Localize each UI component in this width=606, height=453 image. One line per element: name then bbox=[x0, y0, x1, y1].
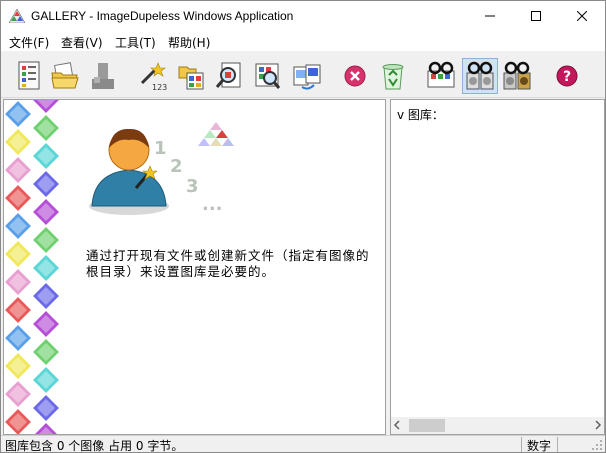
toolbar-tree-button[interactable] bbox=[173, 58, 209, 94]
close-icon bbox=[577, 11, 587, 21]
toolbar-compare-button[interactable] bbox=[289, 58, 325, 94]
view-glasses-3-icon bbox=[503, 61, 531, 90]
toolbar: 123 ? bbox=[1, 52, 605, 98]
recycle-icon bbox=[382, 64, 404, 90]
status-bar: 图库包含 0 个图像 占用 0 字节。 数字 bbox=[1, 435, 605, 453]
decorative-diamond-border bbox=[4, 100, 66, 434]
toolbar-scan-button[interactable] bbox=[249, 58, 285, 94]
window-title: GALLERY - ImageDupeless Windows Applicat… bbox=[31, 9, 294, 23]
status-message: 图库包含 0 个图像 占用 0 字节。 bbox=[5, 439, 184, 453]
search-images-icon bbox=[255, 63, 281, 89]
app-logo-icon bbox=[9, 9, 25, 23]
toolbar-view-3-button[interactable] bbox=[499, 58, 535, 94]
welcome-instructions: 通过打开现有文件或创建新文件（指定有图像的根目录）来设置图库是必要的。 bbox=[86, 248, 370, 279]
svg-text:123: 123 bbox=[152, 83, 167, 91]
svg-text:?: ? bbox=[563, 69, 571, 85]
scroll-thumb[interactable] bbox=[409, 419, 445, 432]
menu-view[interactable]: 查看(V) bbox=[61, 34, 103, 51]
title-bar: GALLERY - ImageDupeless Windows Applicat… bbox=[1, 1, 605, 31]
color-pyramid-icon bbox=[198, 122, 234, 146]
gallery-list-icon bbox=[18, 61, 40, 90]
view-glasses-2-icon bbox=[466, 61, 494, 90]
menu-bar: 文件(F) 查看(V) 工具(T) 帮助(H) bbox=[1, 31, 605, 51]
toolbar-view-2-button[interactable] bbox=[462, 58, 498, 94]
search-doc-icon bbox=[215, 62, 241, 88]
horizontal-scrollbar[interactable] bbox=[391, 417, 604, 434]
step-number-2: 2 bbox=[170, 156, 183, 177]
close-button[interactable] bbox=[559, 1, 605, 31]
folder-tree-icon bbox=[178, 66, 204, 90]
user-wizard-illustration: 1 2 3 ... bbox=[89, 122, 234, 215]
step-number-3: 3 bbox=[186, 176, 199, 197]
view-glasses-1-icon bbox=[427, 61, 455, 88]
gallery-tree-root[interactable]: v 图库： bbox=[397, 106, 444, 123]
toolbar-number-button[interactable]: 123 bbox=[135, 58, 171, 94]
toolbar-find-button[interactable] bbox=[211, 58, 247, 94]
step-number-ellipsis: ... bbox=[202, 194, 223, 215]
resize-grip-icon[interactable] bbox=[591, 439, 603, 451]
app-window: GALLERY - ImageDupeless Windows Applicat… bbox=[0, 0, 606, 453]
menu-tools[interactable]: 工具(T) bbox=[115, 34, 156, 51]
status-divider bbox=[521, 437, 522, 452]
numbering-wand-icon: 123 bbox=[140, 62, 167, 91]
gallery-tree-pane: v 图库： bbox=[390, 99, 605, 435]
step-number-1: 1 bbox=[154, 138, 167, 159]
help-icon: ? bbox=[556, 65, 578, 87]
status-divider bbox=[557, 437, 558, 452]
compare-images-icon bbox=[293, 64, 321, 90]
open-folder-icon bbox=[51, 62, 79, 89]
disabled-user-icon bbox=[92, 63, 114, 89]
stop-icon bbox=[344, 65, 366, 87]
num-lock-indicator: 数字 bbox=[527, 439, 552, 453]
minimize-icon bbox=[485, 15, 495, 17]
toolbar-view-1-button[interactable] bbox=[423, 58, 459, 94]
maximize-icon bbox=[531, 11, 541, 21]
toolbar-user-button[interactable] bbox=[85, 58, 121, 94]
maximize-button[interactable] bbox=[513, 1, 559, 31]
toolbar-new-gallery-button[interactable] bbox=[11, 58, 47, 94]
menu-file[interactable]: 文件(F) bbox=[9, 34, 49, 51]
scroll-left-icon[interactable] bbox=[393, 420, 401, 430]
scroll-right-icon[interactable] bbox=[594, 420, 602, 430]
toolbar-recycle-button[interactable] bbox=[375, 58, 411, 94]
welcome-pane: 1 2 3 ... 通过打开现有文件或创建新文件（指定有图像的根目录）来设置图库… bbox=[3, 99, 386, 435]
minimize-button[interactable] bbox=[467, 1, 513, 31]
toolbar-stop-button[interactable] bbox=[337, 58, 373, 94]
toolbar-open-button[interactable] bbox=[47, 58, 83, 94]
toolbar-help-button[interactable]: ? bbox=[549, 58, 585, 94]
menu-help[interactable]: 帮助(H) bbox=[168, 34, 210, 51]
